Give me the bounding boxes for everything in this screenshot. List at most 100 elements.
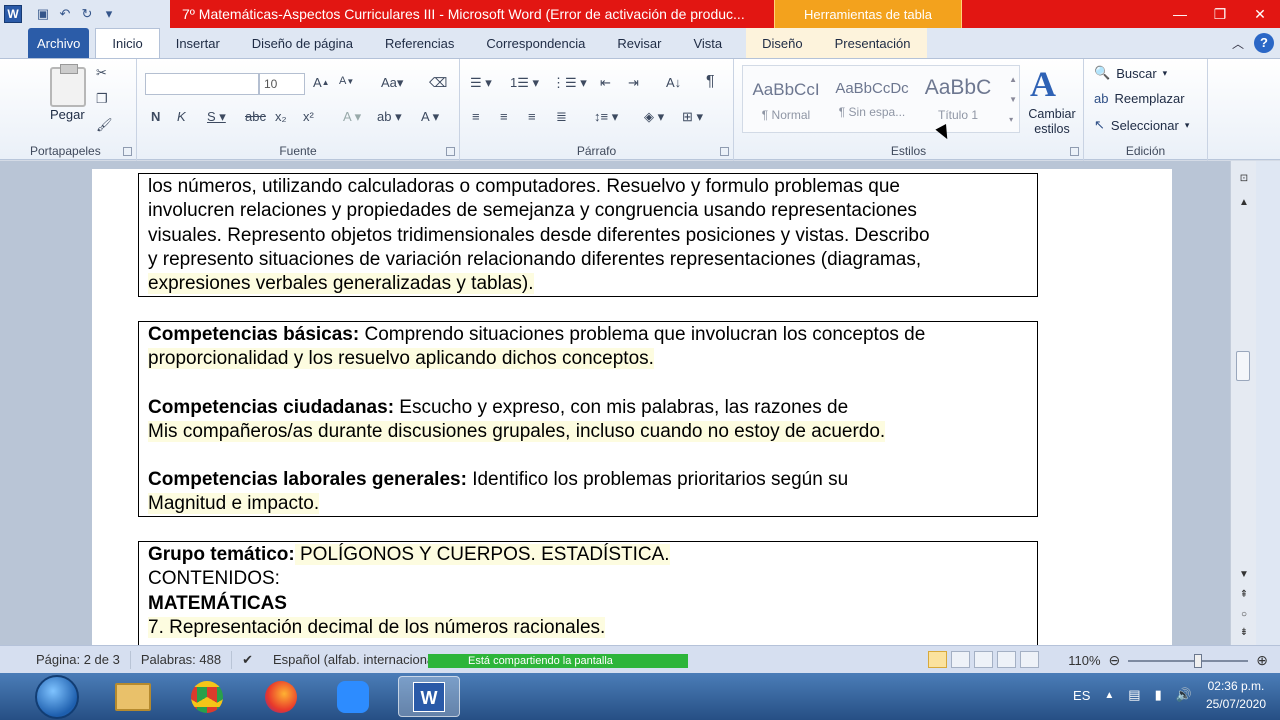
tray-expand-icon[interactable]: ▲ xyxy=(1104,690,1114,701)
print-layout-view-icon[interactable] xyxy=(928,651,947,668)
zoom-in-icon[interactable]: ⊕ xyxy=(1256,652,1268,669)
align-center-icon[interactable]: ≡ xyxy=(500,109,508,124)
tab-archivo[interactable]: Archivo xyxy=(28,28,90,58)
cut-icon[interactable]: ✂ xyxy=(96,65,107,81)
taskbar-firefox[interactable] xyxy=(250,676,312,717)
tab-vista[interactable]: Vista xyxy=(677,28,738,58)
taskbar-chrome[interactable] xyxy=(176,676,238,717)
multilevel-list-icon[interactable]: ⋮☰ ▾ xyxy=(552,75,587,91)
paste-icon[interactable] xyxy=(50,64,86,107)
restore-icon[interactable]: ❐ xyxy=(1200,0,1240,28)
zoom-level[interactable]: 110% xyxy=(1068,653,1100,668)
word-app-icon[interactable]: W xyxy=(4,5,22,23)
clear-format-icon[interactable]: ⌫ xyxy=(429,75,447,91)
web-layout-view-icon[interactable] xyxy=(974,651,993,668)
start-button-icon[interactable] xyxy=(35,675,79,719)
tab-inicio[interactable]: Inicio xyxy=(95,28,160,58)
zoom-slider-thumb[interactable] xyxy=(1194,653,1203,668)
previous-page-icon[interactable]: ⇞ xyxy=(1237,589,1251,600)
outline-view-icon[interactable] xyxy=(997,651,1016,668)
text-box-standards[interactable]: los números, utilizando calculadoras o c… xyxy=(138,173,1038,297)
shading-icon[interactable]: ◈ ▾ xyxy=(644,109,664,125)
line-spacing-icon[interactable]: ↕≡ ▾ xyxy=(594,109,618,125)
clock[interactable]: 02:36 p.m. 25/07/2020 xyxy=(1206,677,1266,713)
close-icon[interactable]: ✕ xyxy=(1240,0,1280,28)
copy-icon[interactable]: ❐ xyxy=(96,91,108,107)
vertical-scrollbar[interactable]: ⊡ ▲ ▼ ⇞ ○ ⇟ xyxy=(1230,161,1256,645)
show-marks-icon[interactable]: ¶ xyxy=(706,73,715,91)
find-button[interactable]: 🔍 Buscar ▾ xyxy=(1094,65,1167,81)
decrease-indent-icon[interactable]: ⇤ xyxy=(600,75,611,91)
browse-object-icon[interactable]: ○ xyxy=(1237,609,1251,620)
scroll-thumb[interactable] xyxy=(1236,351,1250,381)
superscript-icon[interactable]: x² xyxy=(303,109,314,124)
numbering-icon[interactable]: 1☰ ▾ xyxy=(510,75,539,91)
grow-font-icon[interactable]: A ▲ xyxy=(313,75,330,90)
tab-diseno-tabla[interactable]: Diseño xyxy=(746,28,819,58)
minimize-ribbon-icon[interactable]: ︿ xyxy=(1232,35,1244,52)
redo-icon[interactable]: ↻ xyxy=(76,3,98,25)
taskbar-word[interactable]: W xyxy=(398,676,460,717)
save-icon[interactable]: ▣ xyxy=(32,3,54,25)
tab-diseno-pagina[interactable]: Diseño de página xyxy=(236,28,369,58)
font-launcher-icon[interactable] xyxy=(446,147,455,156)
undo-icon[interactable]: ↶ xyxy=(54,3,76,25)
bold-icon[interactable]: N xyxy=(151,109,160,124)
scroll-down-icon[interactable]: ▼ xyxy=(1237,569,1251,580)
align-right-icon[interactable]: ≡ xyxy=(528,109,536,124)
word-count[interactable]: Palabras: 488 xyxy=(131,650,233,669)
text-box-contenidos[interactable]: Grupo temático: POLÍGONOS Y CUERPOS. EST… xyxy=(138,541,1038,645)
taskbar-explorer[interactable] xyxy=(102,676,164,717)
clipboard-launcher-icon[interactable] xyxy=(123,147,132,156)
taskbar-zoom[interactable] xyxy=(322,676,384,717)
paragraph-launcher-icon[interactable] xyxy=(720,147,729,156)
underline-icon[interactable]: S ▾ xyxy=(207,109,226,125)
subscript-icon[interactable]: x₂ xyxy=(275,109,287,124)
font-color-icon[interactable]: A ▾ xyxy=(421,109,439,125)
minimize-icon[interactable]: — xyxy=(1160,0,1200,28)
language-indicator[interactable]: Español (alfab. internacional) xyxy=(263,651,451,669)
highlight-icon[interactable]: ab ▾ xyxy=(377,109,402,125)
bullets-icon[interactable]: ☰ ▾ xyxy=(470,75,492,91)
scroll-up-icon[interactable]: ▲ xyxy=(1237,197,1251,208)
draft-view-icon[interactable] xyxy=(1020,651,1039,668)
sort-icon[interactable]: A↓ xyxy=(666,75,681,90)
justify-icon[interactable]: ≣ xyxy=(556,109,567,125)
zoom-slider[interactable] xyxy=(1128,653,1249,668)
network-devices-icon[interactable]: ▤ xyxy=(1128,687,1140,703)
borders-icon[interactable]: ⊞ ▾ xyxy=(682,109,703,125)
increase-indent-icon[interactable]: ⇥ xyxy=(628,75,639,91)
style-sin-espaciado[interactable]: AaBbCcDc ¶ Sin espa... xyxy=(829,66,915,132)
customize-qat-icon[interactable]: ▾ xyxy=(98,3,120,25)
shrink-font-icon[interactable]: A ▼ xyxy=(339,75,354,87)
change-case-icon[interactable]: Aa▾ xyxy=(381,75,403,91)
style-titulo-1[interactable]: AaBbC Título 1 xyxy=(915,66,1001,132)
style-normal[interactable]: AaBbCcI ¶ Normal xyxy=(743,66,829,132)
proofing-icon[interactable]: ✔ xyxy=(232,651,263,669)
volume-icon[interactable]: 🔊 xyxy=(1176,687,1192,703)
tab-insertar[interactable]: Insertar xyxy=(160,28,236,58)
help-icon[interactable]: ? xyxy=(1254,33,1274,53)
paste-button[interactable]: Pegar xyxy=(50,107,85,122)
next-page-icon[interactable]: ⇟ xyxy=(1237,627,1251,638)
align-left-icon[interactable]: ≡ xyxy=(472,109,480,124)
tab-correspondencia[interactable]: Correspondencia xyxy=(470,28,601,58)
tab-referencias[interactable]: Referencias xyxy=(369,28,470,58)
tab-revisar[interactable]: Revisar xyxy=(601,28,677,58)
strikethrough-icon[interactable]: abc xyxy=(245,109,266,124)
styles-launcher-icon[interactable] xyxy=(1070,147,1079,156)
tab-presentacion[interactable]: Presentación xyxy=(818,28,927,58)
format-painter-icon[interactable]: 🖌 xyxy=(96,117,113,133)
ruler-toggle-icon[interactable]: ⊡ xyxy=(1237,173,1251,184)
italic-icon[interactable]: K xyxy=(177,109,186,124)
full-screen-view-icon[interactable] xyxy=(951,651,970,668)
change-styles-button[interactable]: Cambiar estilos xyxy=(1024,107,1080,137)
replace-button[interactable]: ab Reemplazar xyxy=(1094,91,1185,106)
zoom-out-icon[interactable]: ⊖ xyxy=(1109,652,1121,669)
font-size-input[interactable]: 10 xyxy=(259,73,305,95)
page-count[interactable]: Página: 2 de 3 xyxy=(0,650,131,669)
change-styles-icon[interactable]: A xyxy=(1030,63,1056,105)
language-tray[interactable]: ES xyxy=(1073,688,1090,703)
signal-icon[interactable]: ▮ xyxy=(1155,687,1162,703)
font-name-input[interactable] xyxy=(145,73,259,95)
